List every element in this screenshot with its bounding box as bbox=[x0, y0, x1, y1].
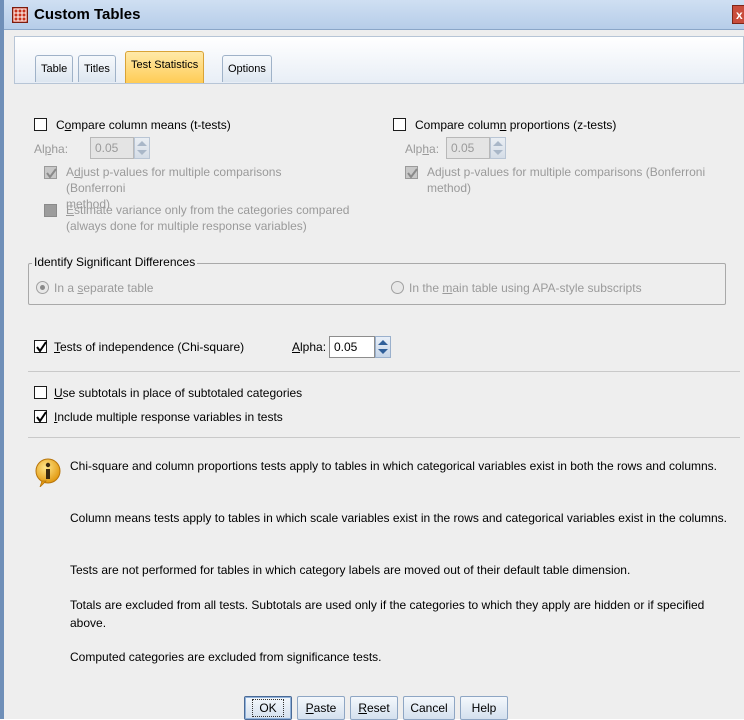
means-alpha-spinner[interactable] bbox=[134, 137, 150, 159]
compare-means-label: Compare column means (t-tests) bbox=[56, 118, 231, 132]
main-table-label: In the main table using APA-style subscr… bbox=[409, 281, 642, 295]
use-subtotals-label: Use subtotals in place of subtotaled cat… bbox=[54, 386, 303, 400]
paste-button[interactable]: Paste bbox=[297, 696, 345, 720]
means-alpha-label: Alpha: bbox=[34, 142, 69, 156]
divider bbox=[28, 371, 740, 372]
multiple-response-label: Include multiple response variables in t… bbox=[54, 410, 283, 424]
checkmark-icon bbox=[36, 341, 47, 353]
custom-tables-window: Custom Tables x Table Titles Test Statis… bbox=[0, 0, 744, 720]
chi-square-checkbox[interactable] bbox=[34, 340, 47, 353]
window-title: Custom Tables bbox=[34, 6, 141, 23]
main-table-radio[interactable] bbox=[391, 281, 404, 294]
tab-test-statistics[interactable]: Test Statistics bbox=[125, 51, 205, 83]
separate-table-radio[interactable] bbox=[36, 281, 49, 294]
title-bar: Custom Tables x bbox=[4, 0, 744, 30]
info-note-computed-categories: Computed categories are excluded from si… bbox=[70, 650, 382, 664]
checkmark-icon bbox=[46, 168, 57, 179]
info-note-column-means: Column means tests apply to tables in wh… bbox=[70, 511, 727, 525]
tab-table[interactable]: Table bbox=[35, 55, 74, 82]
spinner-arrows-icon bbox=[493, 141, 503, 155]
info-note-totals: Totals are excluded from all tests. Subt… bbox=[70, 598, 705, 630]
table-app-icon bbox=[12, 7, 28, 23]
chi-square-label: Tests of independence (Chi-square) bbox=[54, 340, 245, 354]
compare-proportions-label: Compare column proportions (z-tests) bbox=[415, 118, 617, 132]
spinner-arrows-icon bbox=[378, 340, 388, 354]
reset-button[interactable]: Reset bbox=[350, 696, 398, 720]
compare-proportions-checkbox[interactable] bbox=[393, 118, 406, 131]
compare-means-checkbox[interactable] bbox=[34, 118, 47, 131]
checkmark-icon bbox=[407, 168, 418, 179]
chi-square-alpha-spinner[interactable] bbox=[375, 336, 391, 358]
means-alpha-field[interactable]: 0.05 bbox=[90, 137, 134, 159]
info-icon bbox=[34, 457, 62, 488]
proportions-adjust-label: Adjust p-values for multiple comparisons… bbox=[427, 165, 706, 195]
multiple-response-checkbox[interactable] bbox=[34, 410, 47, 423]
proportions-alpha-label: Alpha: bbox=[405, 142, 440, 156]
estimate-variance-label: Estimate variance only from the categori… bbox=[66, 203, 350, 233]
info-note-tests-not-performed: Tests are not performed for tables in wh… bbox=[70, 563, 631, 577]
proportions-adjust-checkbox[interactable] bbox=[405, 166, 418, 179]
tab-strip: Table Titles Test Statistics Options bbox=[14, 36, 744, 84]
significant-differences-legend: Identify Significant Differences bbox=[32, 255, 198, 269]
proportions-alpha-field[interactable]: 0.05 bbox=[446, 137, 490, 159]
separate-table-label: In a separate table bbox=[54, 281, 154, 295]
ok-button[interactable]: OK bbox=[244, 696, 292, 720]
checkmark-icon bbox=[36, 411, 47, 423]
info-note-chi-square: Chi-square and column proportions tests … bbox=[70, 459, 718, 473]
close-button[interactable]: x bbox=[732, 5, 744, 24]
chi-square-alpha-field[interactable]: 0.05 bbox=[329, 336, 375, 358]
cancel-button[interactable]: Cancel bbox=[403, 696, 455, 720]
tab-titles[interactable]: Titles bbox=[78, 55, 116, 82]
means-adjust-checkbox[interactable] bbox=[44, 166, 57, 179]
use-subtotals-checkbox[interactable] bbox=[34, 386, 47, 399]
tab-options[interactable]: Options bbox=[222, 55, 272, 82]
chi-square-alpha-label: Alpha: bbox=[292, 340, 327, 354]
estimate-variance-checkbox[interactable] bbox=[44, 204, 57, 217]
spinner-arrows-icon bbox=[137, 141, 147, 155]
proportions-alpha-spinner[interactable] bbox=[490, 137, 506, 159]
dialog-client: Table Titles Test Statistics Options Com… bbox=[14, 36, 744, 720]
divider bbox=[28, 437, 740, 438]
help-button[interactable]: Help bbox=[460, 696, 508, 720]
test-statistics-panel: Compare column means (t-tests) Alpha: 0.… bbox=[14, 83, 744, 719]
